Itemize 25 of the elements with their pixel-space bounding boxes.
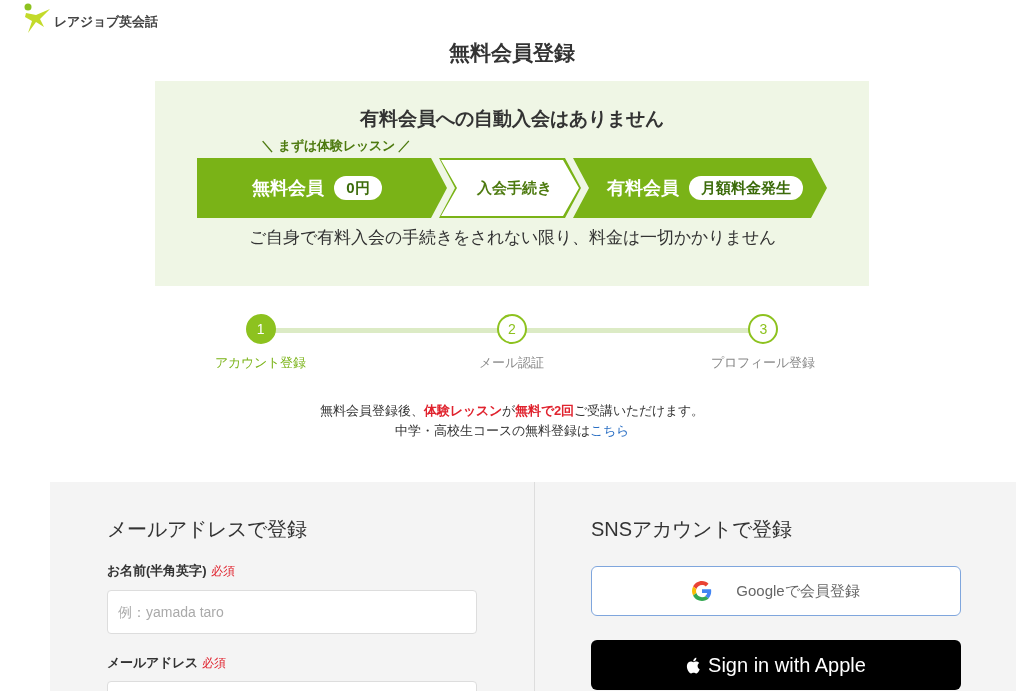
step-label: アカウント登録 <box>215 354 307 372</box>
required-tag: 必須 <box>202 653 226 672</box>
apple-icon <box>686 656 701 674</box>
step-label: プロフィール登録 <box>711 354 816 372</box>
section-heading: SNSアカウントで登録 <box>591 517 794 542</box>
page-title: 無料会員登録 <box>448 40 576 66</box>
flow-step: 無料会員 0円 <box>197 158 447 218</box>
field-label: メールアドレス <box>107 653 198 672</box>
text-field[interactable]: 例：yamada taro <box>107 589 477 634</box>
flow-step: 入会手続き <box>439 158 581 218</box>
tagline: ＼ まずは体験レッスン ／ <box>261 137 412 155</box>
notice-heading: 有料会員への自動入会はありません <box>360 107 664 131</box>
step-label: メール認証 <box>479 354 545 372</box>
here-link[interactable]: こちら <box>590 420 629 441</box>
google-icon <box>692 581 713 601</box>
info-text: 無料会員登録後、体験レッスンが無料で2回ご受講いただけます。 <box>319 401 705 420</box>
logo-text: レアジョブ英会話 <box>54 13 158 32</box>
info-text: 中学・高校生コースの無料登録は <box>395 421 590 440</box>
google-signup-button[interactable]: Googleで会員登録 <box>591 566 961 616</box>
notice-note: ご自身で有料入会の手続きをされない限り、料金は一切かかりません <box>248 227 776 249</box>
field-label: お名前(半角英字) <box>107 562 207 580</box>
apple-signin-button[interactable]: Sign in with Apple <box>591 640 961 690</box>
flow-step: 有料会員 月額料金発生 <box>573 158 827 218</box>
required-tag: 必須 <box>210 562 235 580</box>
section-heading: メールアドレスで登録 <box>107 517 308 542</box>
